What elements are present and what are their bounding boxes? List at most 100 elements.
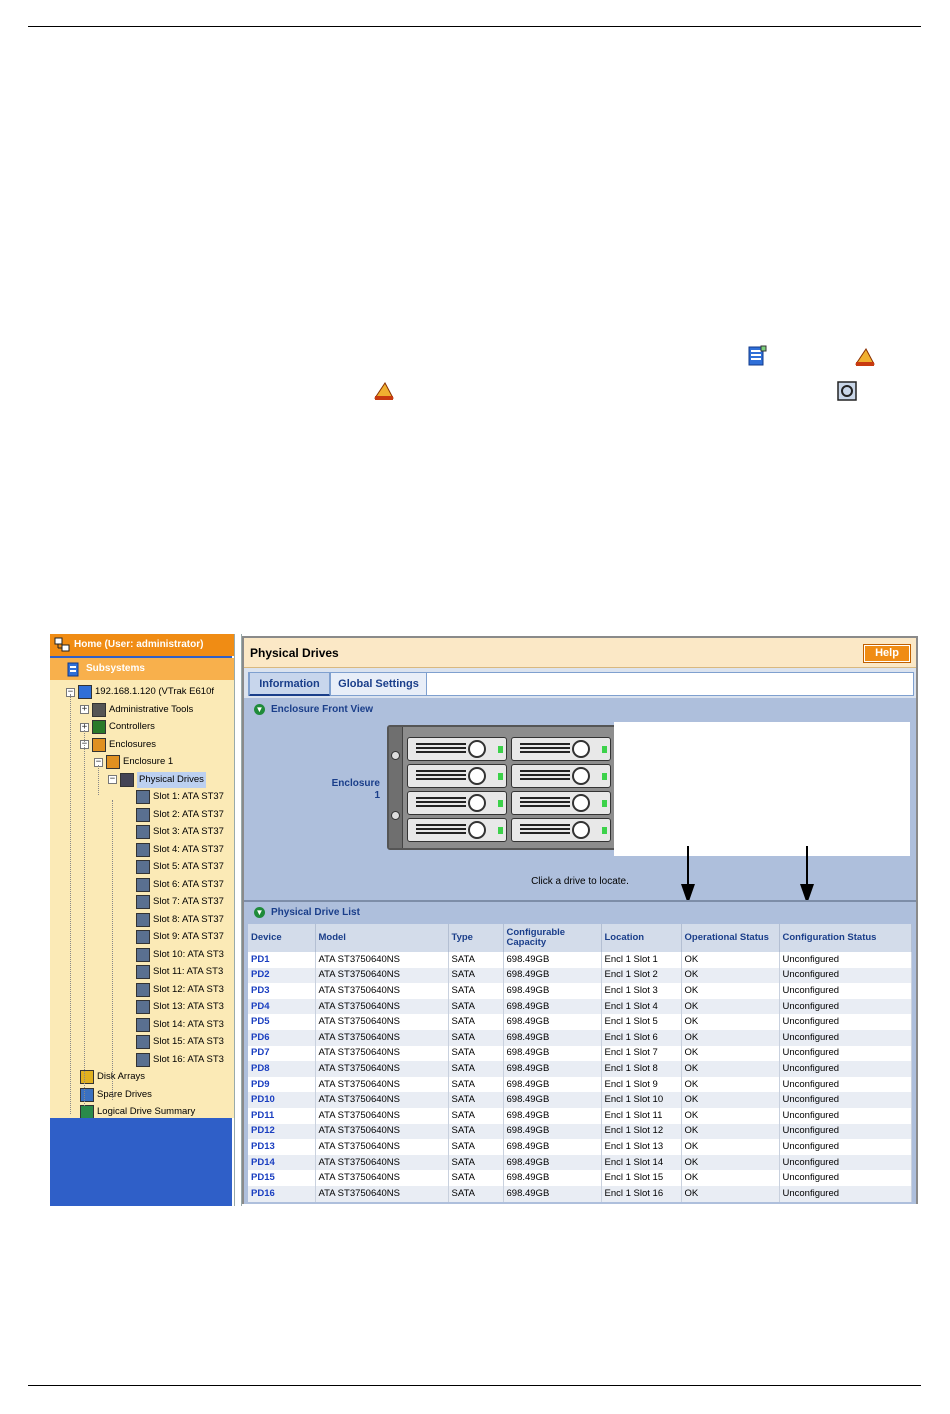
chassis-ear	[389, 727, 403, 848]
tree-item[interactable]: Slot 15: ATA ST3	[136, 1034, 224, 1050]
configuration-status-cell: Unconfigured	[779, 1076, 912, 1093]
type-cell: SATA	[448, 1076, 504, 1093]
device-link[interactable]: PD14	[248, 1154, 316, 1171]
drive-bay[interactable]	[511, 764, 611, 788]
drive-grill	[416, 797, 466, 809]
drive-bay[interactable]	[511, 737, 611, 761]
collapse-arrow-icon: ▼	[254, 704, 265, 715]
tab-information[interactable]: Information	[249, 672, 330, 696]
drive-bay[interactable]	[407, 791, 507, 815]
device-link[interactable]: PD1	[248, 952, 316, 968]
tree-item[interactable]: −192.168.1.120 (VTrak E610f	[66, 684, 214, 700]
tree-item[interactable]: Slot 14: ATA ST3	[136, 1017, 224, 1033]
collapse-toggle[interactable]: −	[108, 775, 117, 784]
tree-item-label: Slot 4: ATA ST37	[153, 843, 224, 855]
model-cell: ATA ST3750640NS	[315, 1107, 449, 1124]
drive-latch-icon	[468, 767, 486, 785]
capacity-cell: 698.49GB	[503, 1170, 602, 1186]
table-row: PD7 ATA ST3750640NS SATA 698.49GB Encl 1 Slo…	[248, 1045, 912, 1062]
model-cell: ATA ST3750640NS	[315, 1092, 449, 1108]
capacity-cell: 698.49GB	[503, 952, 602, 968]
enclosure-icon	[374, 382, 394, 400]
enclosure-label-line2: 1	[374, 790, 380, 801]
column-header-configuration-status: Configuration Status	[779, 924, 912, 952]
device-link[interactable]: PD5	[248, 1014, 316, 1030]
drive-grill	[520, 797, 570, 809]
drive-bay[interactable]	[511, 818, 611, 842]
capacity-cell: 698.49GB	[503, 1185, 602, 1202]
model-cell: ATA ST3750640NS	[315, 1154, 449, 1171]
tree-item[interactable]: Slot 7: ATA ST37	[136, 894, 224, 910]
drive-bay[interactable]	[407, 737, 507, 761]
tree-item[interactable]: Slot 16: ATA ST3	[136, 1052, 224, 1068]
device-link[interactable]: PD4	[248, 998, 316, 1015]
device-link[interactable]: PD2	[248, 967, 316, 984]
device-link[interactable]: PD12	[248, 1123, 316, 1140]
device-link[interactable]: PD8	[248, 1061, 316, 1077]
configuration-status-cell: Unconfigured	[779, 1185, 912, 1202]
device-link[interactable]: PD15	[248, 1170, 316, 1186]
tree-item[interactable]: − Enclosures	[80, 737, 156, 753]
location-cell: Encl 1 Slot 3	[601, 983, 682, 999]
drive-bay[interactable]	[407, 818, 507, 842]
table-row: PD10 ATA ST3750640NS SATA 698.49GB Encl 1 Sl…	[248, 1092, 912, 1108]
tab-global-settings[interactable]: Global Settings	[330, 672, 427, 696]
tree-item[interactable]: − Physical Drives	[108, 771, 206, 788]
physical-drive-list-section: ▼ Physical Drive List Device Model Type …	[244, 900, 916, 1204]
tree-item[interactable]: Slot 2: ATA ST37	[136, 807, 224, 823]
tree-subsystems-link[interactable]: Subsystems	[50, 658, 234, 680]
device-link[interactable]: PD16	[248, 1185, 316, 1202]
tree-item[interactable]: Slot 5: ATA ST37	[136, 859, 224, 875]
tree-home-link[interactable]: Home (User: administrator)	[50, 634, 234, 656]
tree-item[interactable]: + Administrative Tools	[80, 702, 193, 718]
tree-item[interactable]: Slot 10: ATA ST3	[136, 947, 224, 963]
tree-item[interactable]: Slot 4: ATA ST37	[136, 842, 224, 858]
tab-bar: Information Global Settings	[248, 672, 914, 696]
device-link[interactable]: PD10	[248, 1092, 316, 1108]
drive-status-led	[602, 800, 607, 807]
operational-status-cell: OK	[681, 1061, 780, 1077]
tree-item[interactable]: Slot 13: ATA ST3	[136, 999, 224, 1015]
tree-item-label: Slot 1: ATA ST37	[153, 791, 224, 802]
enclosure-icon	[106, 755, 120, 769]
drive-grill	[520, 770, 570, 782]
operational-status-cell: OK	[681, 1170, 780, 1186]
device-link[interactable]: PD3	[248, 983, 316, 999]
tree-item[interactable]: Slot 9: ATA ST37	[136, 929, 224, 945]
tree-item[interactable]: Slot 6: ATA ST37	[136, 877, 224, 893]
drive-bay[interactable]	[511, 791, 611, 815]
chassis-screw-icon	[391, 751, 400, 760]
enclosure-front-view-header[interactable]: ▼ Enclosure Front View	[254, 704, 373, 715]
panel-title-bar: Physical Drives Help	[244, 638, 916, 668]
physical-drive-list-header[interactable]: ▼ Physical Drive List	[254, 907, 360, 918]
location-cell: Encl 1 Slot 9	[601, 1076, 682, 1093]
model-cell: ATA ST3750640NS	[315, 998, 449, 1015]
page-title: Physical Drives	[250, 646, 339, 660]
device-link[interactable]: PD6	[248, 1029, 316, 1046]
type-cell: SATA	[448, 1185, 504, 1202]
drive-bay[interactable]	[407, 764, 507, 788]
tree-item[interactable]: Slot 8: ATA ST37	[136, 912, 224, 928]
device-link[interactable]: PD13	[248, 1139, 316, 1155]
table-row: PD13 ATA ST3750640NS SATA 698.49GB Encl 1 Sl…	[248, 1139, 912, 1155]
expand-toggle[interactable]: +	[80, 705, 89, 714]
tree-item[interactable]: Slot 1: ATA ST37	[136, 789, 224, 805]
tree-item[interactable]: Slot 3: ATA ST37	[136, 824, 224, 840]
tree-item[interactable]: Slot 12: ATA ST3	[136, 982, 224, 998]
tree-item[interactable]: Logical Drive Summary	[80, 1104, 195, 1118]
pane-divider[interactable]	[234, 634, 242, 1206]
device-link[interactable]: PD7	[248, 1045, 316, 1062]
tree-item[interactable]: + Controllers	[80, 719, 155, 735]
tree-item[interactable]: Spare Drives	[80, 1087, 152, 1103]
management-screenshot: Home (User: administrator) Subsystems −1…	[50, 634, 918, 1206]
table-row: PD9 ATA ST3750640NS SATA 698.49GB Encl 1 Slo…	[248, 1076, 912, 1093]
column-header-type: Type	[448, 924, 504, 952]
logical-drive-icon	[80, 1105, 94, 1118]
disk-arrays-icon	[80, 1070, 94, 1084]
tree-item[interactable]: − Enclosure 1	[94, 754, 173, 770]
operational-status-cell: OK	[681, 1029, 780, 1046]
tree-item[interactable]: Slot 11: ATA ST3	[136, 964, 223, 980]
help-button[interactable]: Help	[863, 644, 911, 663]
device-link[interactable]: PD9	[248, 1076, 316, 1093]
device-link[interactable]: PD11	[248, 1107, 316, 1124]
